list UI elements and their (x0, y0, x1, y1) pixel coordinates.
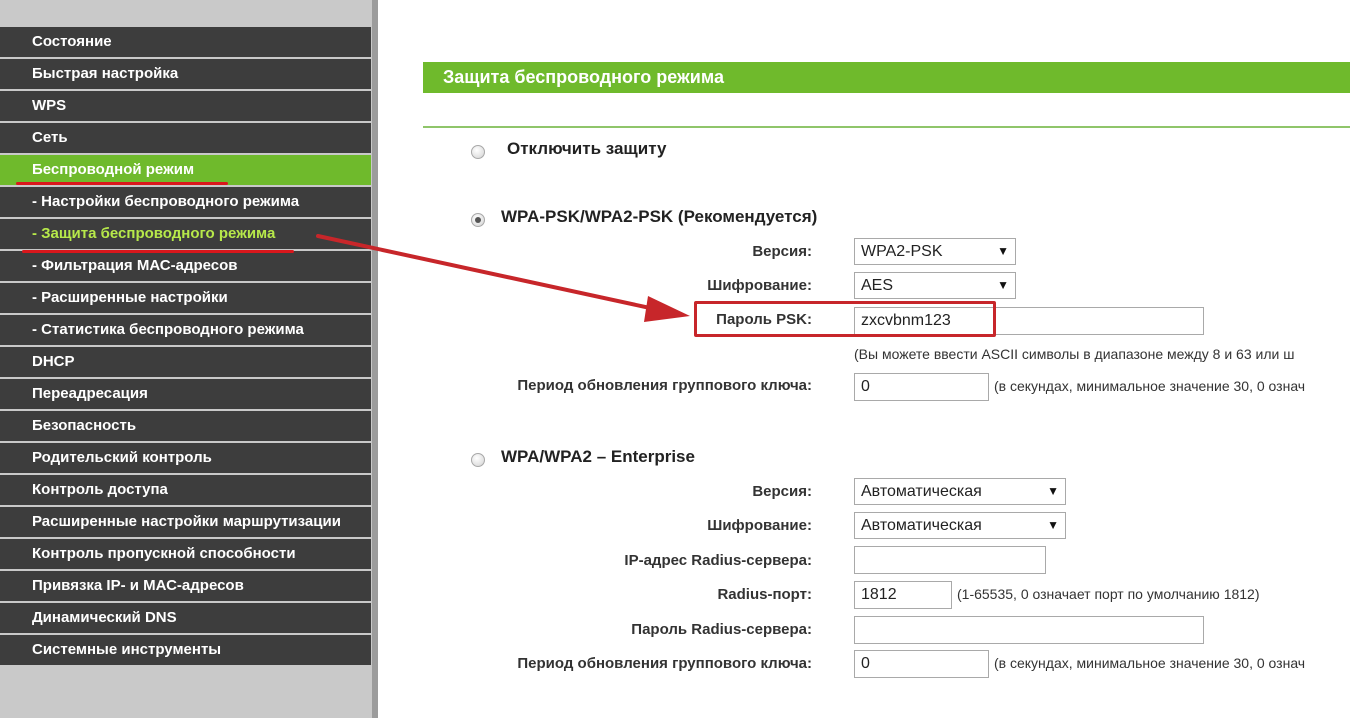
radio-wpa-psk[interactable] (471, 213, 485, 227)
sidebar-item-access-control[interactable]: Контроль доступа (0, 475, 371, 505)
main-content: Защита беспроводного режима Отключить за… (378, 0, 1350, 718)
psk-highlight-box (694, 301, 996, 337)
wpa-psk-group-key-hint: (в секундах, минимальное значение 30, 0 … (994, 378, 1306, 394)
sidebar-item-dynamic-dns[interactable]: Динамический DNS (0, 603, 371, 633)
sidebar-item-network[interactable]: Сеть (0, 123, 371, 153)
enterprise-version-select[interactable]: Автоматическая ▼ (854, 478, 1066, 505)
radius-password-input[interactable] (854, 616, 1204, 644)
radius-ip-input[interactable] (854, 546, 1046, 574)
annotation-underline-security (22, 250, 294, 253)
dropdown-arrow-icon: ▼ (1047, 484, 1059, 498)
wpa-psk-label: WPA-PSK/WPA2-PSK (Рекомендуется) (501, 207, 818, 226)
psk-hint: (Вы можете ввести ASCII символы в диапаз… (854, 346, 1295, 362)
annotation-underline-wireless (16, 182, 228, 185)
sidebar-item-mac-filtering[interactable]: - Фильтрация МАС-адресов (0, 251, 371, 281)
radius-port-input[interactable]: 1812 (854, 581, 952, 609)
sidebar-item-ip-mac-binding[interactable]: Привязка IP- и МАС-адресов (0, 571, 371, 601)
wpa-psk-encryption-select[interactable]: AES ▼ (854, 272, 1016, 299)
radio-enterprise[interactable] (471, 453, 485, 467)
sidebar-item-status[interactable]: Состояние (0, 27, 371, 57)
title-divider (423, 126, 1350, 128)
enterprise-label: WPA/WPA2 – Enterprise (501, 447, 695, 466)
sidebar-item-wireless-security[interactable]: - Защита беспроводного режима (0, 219, 371, 249)
page-title: Защита беспроводного режима (423, 62, 1350, 93)
sidebar-menu: Состояние Быстрая настройка WPS Сеть Бес… (0, 27, 371, 667)
sidebar-item-forwarding[interactable]: Переадресация (0, 379, 371, 409)
sidebar-item-quick-setup[interactable]: Быстрая настройка (0, 59, 371, 89)
radius-password-label: Пароль Radius-сервера: (631, 621, 812, 638)
wpa-psk-group-key-input[interactable]: 0 (854, 373, 989, 401)
enterprise-group-key-hint: (в секундах, минимальное значение 30, 0 … (994, 655, 1306, 671)
radius-ip-label: IP-адрес Radius-сервера: (624, 552, 812, 569)
sidebar-item-bandwidth-control[interactable]: Контроль пропускной способности (0, 539, 371, 569)
enterprise-encryption-label: Шифрование: (707, 517, 812, 534)
enterprise-encryption-select[interactable]: Автоматическая ▼ (854, 512, 1066, 539)
enterprise-version-value: Автоматическая (861, 483, 982, 500)
enterprise-version-label: Версия: (752, 483, 812, 500)
sidebar-item-parental-control[interactable]: Родительский контроль (0, 443, 371, 473)
wpa-psk-encryption-label: Шифрование: (707, 277, 812, 294)
sidebar-item-advanced-routing[interactable]: Расширенные настройки маршрутизации (0, 507, 371, 537)
wpa-psk-version-label: Версия: (752, 243, 812, 260)
dropdown-arrow-icon: ▼ (997, 244, 1009, 258)
disable-security-label: Отключить защиту (507, 139, 667, 158)
radius-port-label: Radius-порт: (717, 586, 812, 603)
enterprise-group-key-input[interactable]: 0 (854, 650, 989, 678)
sidebar-item-wireless-statistics[interactable]: - Статистика беспроводного режима (0, 315, 371, 345)
sidebar-item-wps[interactable]: WPS (0, 91, 371, 121)
sidebar: Состояние Быстрая настройка WPS Сеть Бес… (0, 0, 378, 718)
wpa-psk-version-value: WPA2-PSK (861, 243, 943, 260)
wpa-psk-encryption-value: AES (861, 277, 894, 294)
sidebar-item-dhcp[interactable]: DHCP (0, 347, 371, 377)
enterprise-encryption-value: Автоматическая (861, 517, 982, 534)
radius-port-hint: (1-65535, 0 означает порт по умолчанию 1… (957, 586, 1260, 602)
dropdown-arrow-icon: ▼ (997, 278, 1009, 292)
wpa-psk-group-key-label: Период обновления группового ключа: (517, 377, 812, 394)
sidebar-item-wireless[interactable]: Беспроводной режим (0, 155, 371, 185)
sidebar-item-wireless-advanced[interactable]: - Расширенные настройки (0, 283, 371, 313)
sidebar-item-wireless-settings[interactable]: - Настройки беспроводного режима (0, 187, 371, 217)
wpa-psk-version-select[interactable]: WPA2-PSK ▼ (854, 238, 1016, 265)
enterprise-group-key-label: Период обновления группового ключа: (517, 655, 812, 672)
dropdown-arrow-icon: ▼ (1047, 518, 1059, 532)
sidebar-item-system-tools[interactable]: Системные инструменты (0, 635, 371, 665)
sidebar-item-security[interactable]: Безопасность (0, 411, 371, 441)
radio-disable-security[interactable] (471, 145, 485, 159)
